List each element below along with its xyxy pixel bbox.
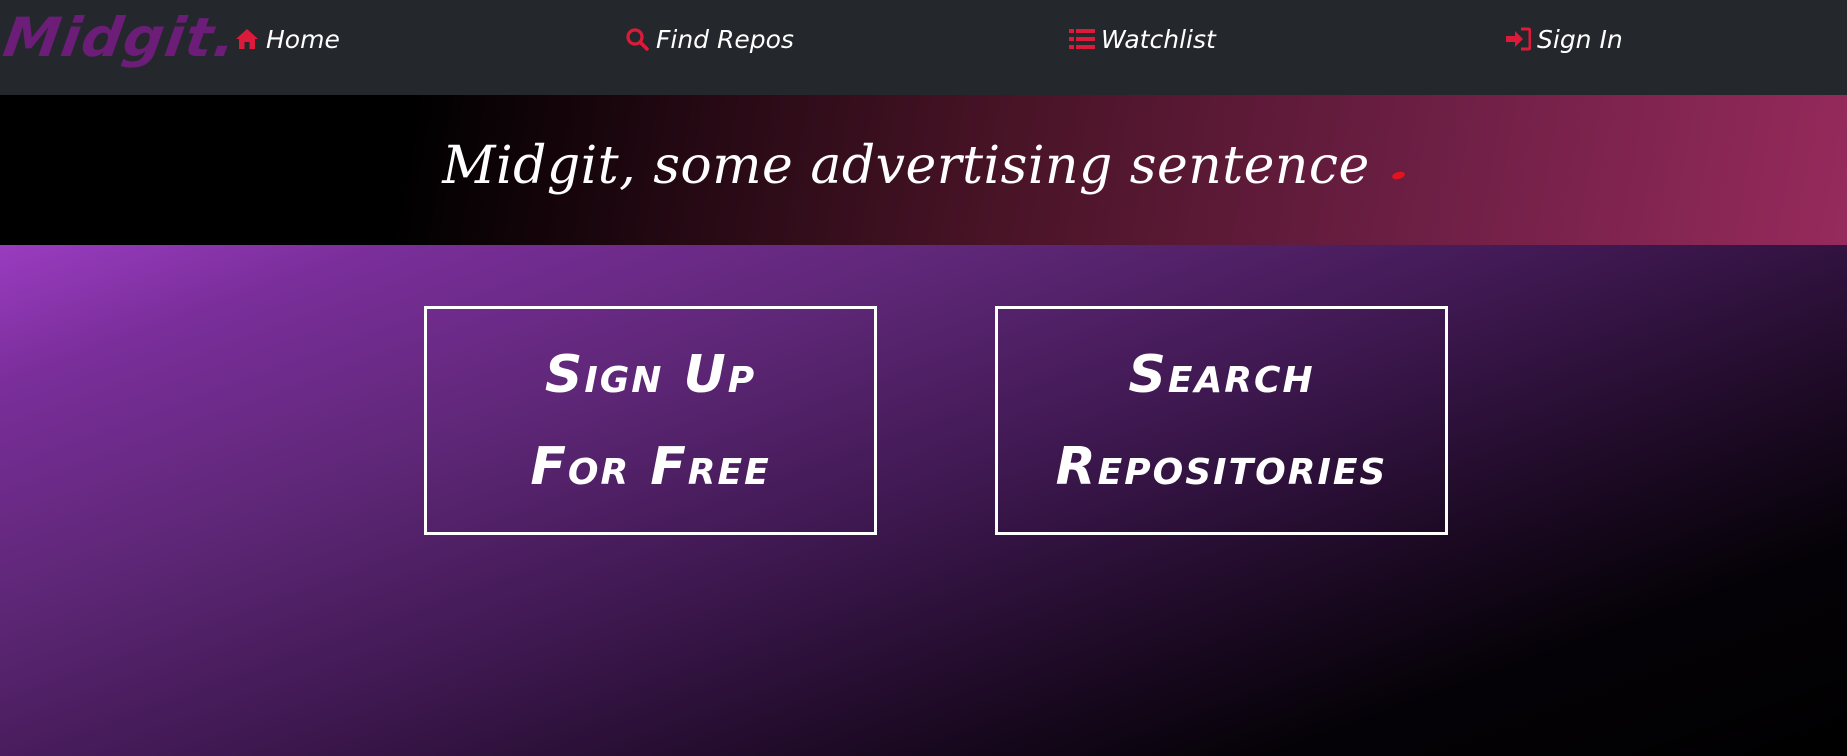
home-icon: [234, 26, 260, 52]
hero-tagline: Midgit, some advertising sentence: [442, 136, 1370, 196]
hero-tagline-row: Midgit, some advertising sentence: [0, 131, 1847, 201]
nav-watchlist-label: Watchlist: [1101, 24, 1216, 54]
site-logo[interactable]: Midgit.: [0, 6, 241, 69]
main-content: Sign Up For Free Search Repositories: [0, 245, 1847, 756]
sign-in-icon: [1505, 26, 1531, 52]
search-icon: [624, 26, 650, 52]
hero-banner: Midgit, some advertising sentence: [0, 95, 1847, 245]
nav-home-label: Home: [266, 24, 340, 54]
list-icon: [1069, 26, 1095, 52]
nav-home-link[interactable]: Home: [234, 20, 340, 58]
sign-up-button[interactable]: Sign Up For Free: [424, 306, 877, 535]
search-repositories-button[interactable]: Search Repositories: [995, 306, 1448, 535]
nav-sign-in-link[interactable]: Sign In: [1505, 20, 1623, 58]
nav-find-repos-label: Find Repos: [656, 24, 794, 54]
nav-find-repos-link[interactable]: Find Repos: [624, 20, 794, 58]
hero-accent-dot: [1391, 170, 1406, 181]
nav-watchlist-link[interactable]: Watchlist: [1069, 20, 1216, 58]
top-navbar: Midgit. Home Find Repos Watchlist Sign I…: [0, 0, 1847, 95]
nav-sign-in-label: Sign In: [1537, 24, 1623, 54]
